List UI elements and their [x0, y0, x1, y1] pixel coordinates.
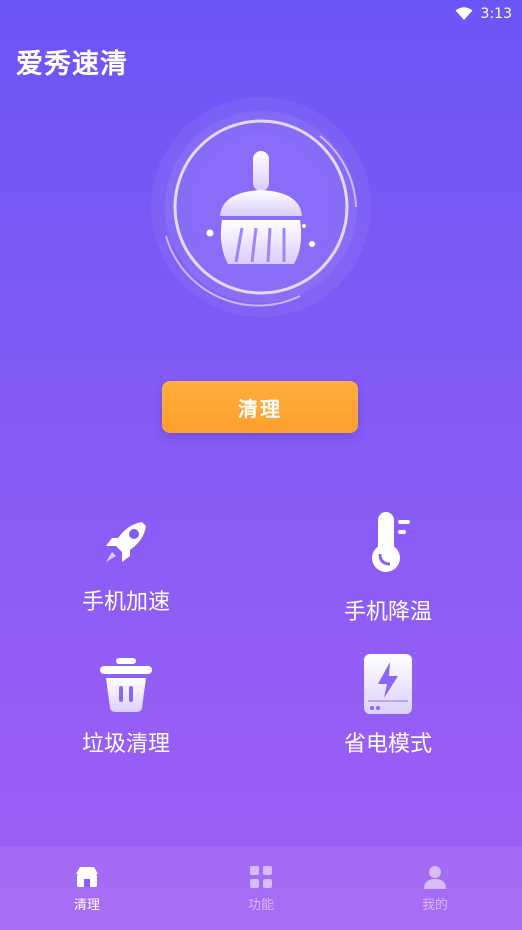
hero-clean-graphic[interactable]	[150, 96, 372, 318]
feature-junk-clean[interactable]: 垃圾清理	[36, 652, 216, 758]
feature-cool-down[interactable]: 手机降温	[298, 510, 478, 626]
nav-label: 功能	[247, 897, 274, 913]
clean-button[interactable]: 清理	[162, 381, 358, 433]
user-icon	[424, 865, 446, 889]
nav-label: 我的	[421, 897, 448, 913]
feature-label: 垃圾清理	[81, 732, 170, 757]
thermometer-icon	[356, 510, 420, 574]
grid-icon	[250, 865, 272, 888]
rocket-icon	[94, 510, 158, 574]
broom-icon	[151, 97, 371, 317]
wifi-icon	[455, 7, 473, 20]
feature-label: 省电模式	[343, 732, 432, 757]
feature-label: 手机加速	[81, 590, 170, 615]
app-title: 爱秀速清	[16, 49, 128, 80]
feature-power-saving[interactable]: 省电模式	[298, 652, 478, 758]
nav-item-clean[interactable]: 清理	[27, 864, 147, 913]
feature-speed-up[interactable]: 手机加速	[36, 510, 216, 616]
status-time: 3:13	[480, 6, 512, 22]
feature-label: 手机降温	[343, 600, 432, 625]
trash-icon	[94, 652, 158, 716]
status-bar: 3:13	[0, 0, 522, 28]
nav-item-profile[interactable]: 我的	[375, 864, 495, 913]
bottom-nav: 清理 功能 我的	[0, 846, 522, 930]
nav-label: 清理	[73, 897, 100, 913]
shop-icon	[76, 866, 98, 887]
battery-bolt-icon	[356, 652, 420, 716]
nav-item-functions[interactable]: 功能	[201, 864, 321, 913]
